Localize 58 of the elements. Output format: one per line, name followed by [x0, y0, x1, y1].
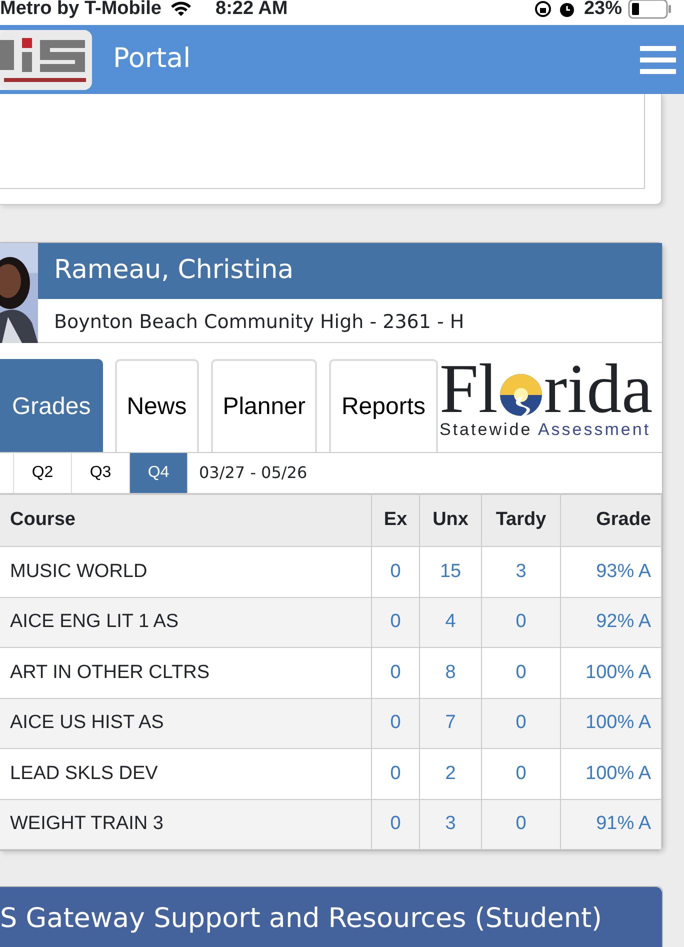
logo-tagline: Assessment: [538, 420, 651, 438]
course-cell: MUSIC WORLD: [0, 546, 372, 597]
tab[interactable]: Planner: [210, 359, 318, 452]
count-link[interactable]: 0: [372, 799, 420, 850]
course-cell: WEIGHT TRAIN 3: [0, 799, 372, 850]
column-header: Ex: [372, 494, 420, 546]
column-header: Grade: [560, 494, 662, 546]
battery-percent: 23%: [584, 0, 622, 18]
count-link[interactable]: 3: [420, 799, 482, 850]
wifi-icon: [170, 0, 192, 16]
school-name: Boynton Beach Community High - 2361 - H: [38, 299, 662, 343]
sun-road-emblem-icon: [498, 373, 543, 417]
count-link[interactable]: 4: [420, 597, 482, 648]
count-link[interactable]: 0: [482, 799, 561, 850]
quarter-tab[interactable]: Q4: [130, 453, 188, 493]
logo-icon[interactable]: [0, 30, 92, 90]
logo-tagline: Statewide: [440, 420, 532, 438]
tab[interactable]: News: [114, 359, 199, 452]
course-cell: AICE ENG LIT 1 AS: [0, 597, 372, 648]
count-link[interactable]: 0: [482, 748, 561, 799]
count-link[interactable]: 0: [372, 648, 420, 698]
grade-link[interactable]: 92% A: [560, 597, 662, 648]
count-link[interactable]: 0: [372, 698, 420, 748]
tab[interactable]: Reports: [329, 359, 438, 452]
course-cell: AICE US HIST AS: [0, 698, 372, 748]
column-header: Unx: [420, 494, 482, 546]
column-header: Tardy: [482, 494, 561, 546]
grade-link[interactable]: 100% A: [560, 648, 662, 698]
grade-link[interactable]: 100% A: [560, 748, 662, 799]
logo-text: rida: [544, 358, 653, 420]
grade-link[interactable]: 93% A: [560, 546, 662, 597]
battery-icon: [628, 0, 672, 18]
course-cell: LEAD SKLS DEV: [0, 748, 372, 799]
grade-link[interactable]: 100% A: [560, 698, 662, 748]
date-range: 03/27 - 05/26: [199, 462, 308, 484]
count-link[interactable]: 0: [372, 748, 420, 799]
count-link[interactable]: 0: [482, 698, 561, 748]
panel-title: S Gateway Support and Resources (Student): [0, 887, 662, 947]
course-cell: ART IN OTHER CLTRS: [0, 648, 372, 698]
menu-button[interactable]: [640, 46, 676, 74]
count-link[interactable]: 0: [482, 597, 561, 648]
portal-title: Portal: [113, 42, 191, 76]
clock-time: 8:22 AM: [216, 0, 288, 18]
count-link[interactable]: 15: [420, 546, 482, 597]
tab[interactable]: Grades: [0, 359, 103, 452]
rotation-lock-icon: [534, 0, 552, 18]
count-link[interactable]: 8: [420, 648, 482, 698]
count-link[interactable]: 7: [420, 698, 482, 748]
count-link[interactable]: 2: [420, 748, 482, 799]
count-link[interactable]: 0: [372, 597, 420, 648]
count-link[interactable]: 0: [482, 648, 561, 698]
carrier-name: Metro by T-Mobile: [0, 0, 162, 18]
count-link[interactable]: 3: [482, 546, 561, 597]
grade-link[interactable]: 91% A: [560, 799, 662, 850]
student-name: Rameau, Christina: [38, 243, 662, 299]
count-link[interactable]: 0: [372, 546, 420, 597]
logo-text: Fl: [440, 358, 498, 420]
column-header: Course: [0, 494, 372, 546]
